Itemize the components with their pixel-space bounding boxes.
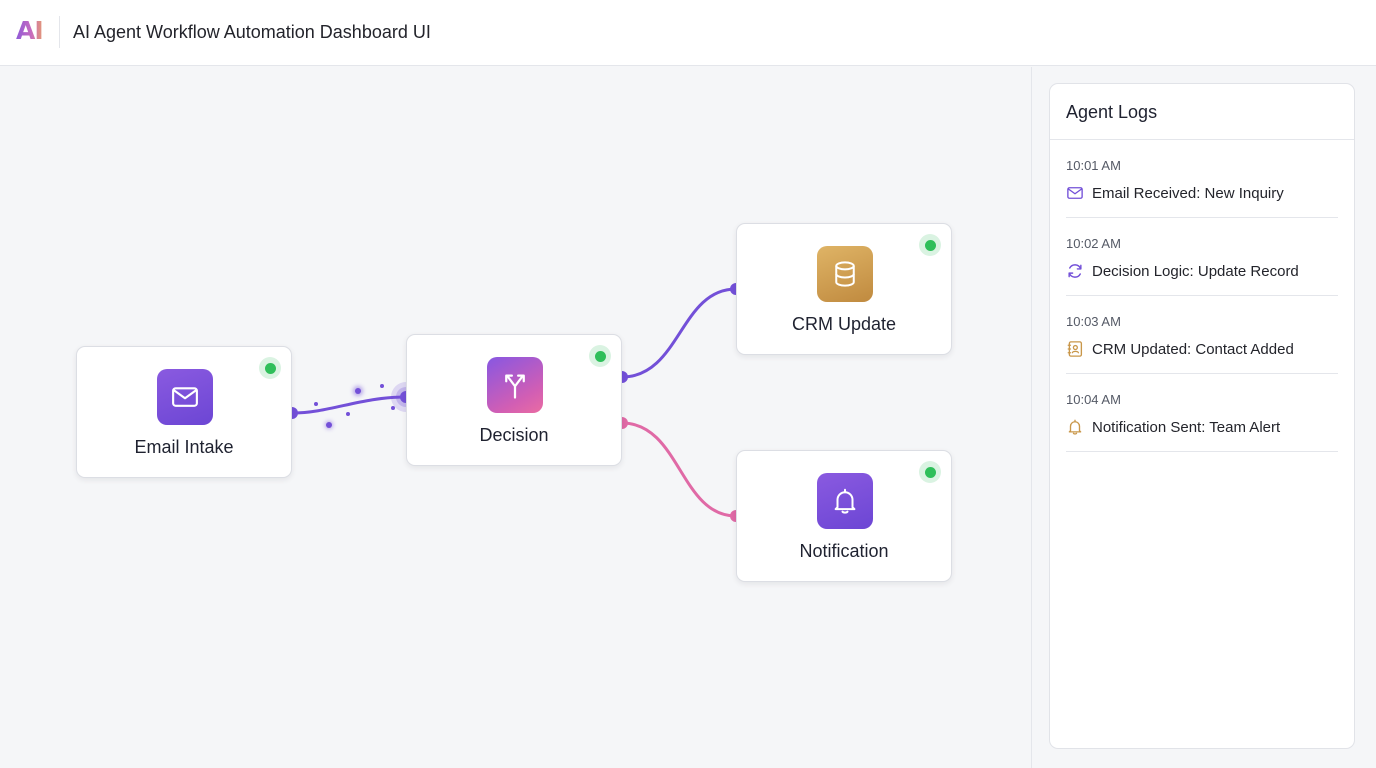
log-line: Email Received: New Inquiry [1066,184,1284,202]
log-message: Decision Logic: Update Record [1092,262,1299,280]
log-time: 10:04 AM [1066,392,1121,407]
refresh-icon [1066,262,1084,280]
log-line: CRM Updated: Contact Added [1066,340,1294,358]
log-time: 10:01 AM [1066,158,1121,173]
mail-icon [1066,184,1084,202]
log-message: Email Received: New Inquiry [1092,184,1284,202]
log-message: Notification Sent: Team Alert [1092,418,1281,436]
status-indicator-icon [919,461,941,483]
workflow-canvas[interactable]: Email Intake Decision CRM Update Notific… [0,67,1032,768]
page-title: AI Agent Workflow Automation Dashboard U… [73,22,431,42]
branch-split-icon [505,374,525,399]
log-time: 10:02 AM [1066,236,1121,251]
edge-flow-particles [314,384,395,429]
node-label: Email Intake [134,437,234,457]
edge-decision-to-crm [620,287,738,379]
mail-icon [172,387,198,407]
logs-title: Agent Logs [1066,102,1158,122]
database-icon [835,261,855,287]
edge-email-to-decision [290,395,408,415]
node-crm-update[interactable]: CRM Update [736,223,952,355]
contact-book-icon [1066,340,1084,358]
node-notification[interactable]: Notification [736,450,952,582]
log-entry[interactable]: 10:04 AM Notification Sent: Team Alert [1066,374,1338,452]
log-entry[interactable]: 10:03 AM CRM Updated: Contact Added [1066,296,1338,374]
node-email-intake[interactable]: Email Intake [76,346,292,478]
bell-icon [834,488,856,514]
log-entry[interactable]: 10:02 AM Decision Logic: Update Record [1066,218,1338,296]
status-indicator-icon [589,345,611,367]
node-label: CRM Update [791,314,897,334]
log-time: 10:03 AM [1066,314,1121,329]
agent-logs-panel[interactable]: Agent Logs 10:01 AM Email Received: New … [1049,83,1355,749]
decision-icon-tile [487,357,543,413]
app-header: AI AI Agent Workflow Automation Dashboar… [0,0,1376,66]
log-line: Notification Sent: Team Alert [1066,418,1280,436]
app-logo[interactable]: AI [16,16,44,46]
log-line: Decision Logic: Update Record [1066,262,1299,280]
header-divider [59,16,60,48]
edge-decision-to-notification [620,421,738,518]
bell-icon [1066,418,1084,436]
node-label: Decision [479,425,549,445]
log-message: CRM Updated: Contact Added [1092,340,1294,358]
log-entry[interactable]: 10:01 AM Email Received: New Inquiry [1066,140,1338,218]
node-label: Notification [799,541,889,561]
node-decision[interactable]: Decision [406,334,622,466]
notification-icon-tile [817,473,873,529]
status-indicator-icon [259,357,281,379]
status-indicator-icon [919,234,941,256]
crm-update-icon-tile [817,246,873,302]
email-intake-icon-tile [157,369,213,425]
